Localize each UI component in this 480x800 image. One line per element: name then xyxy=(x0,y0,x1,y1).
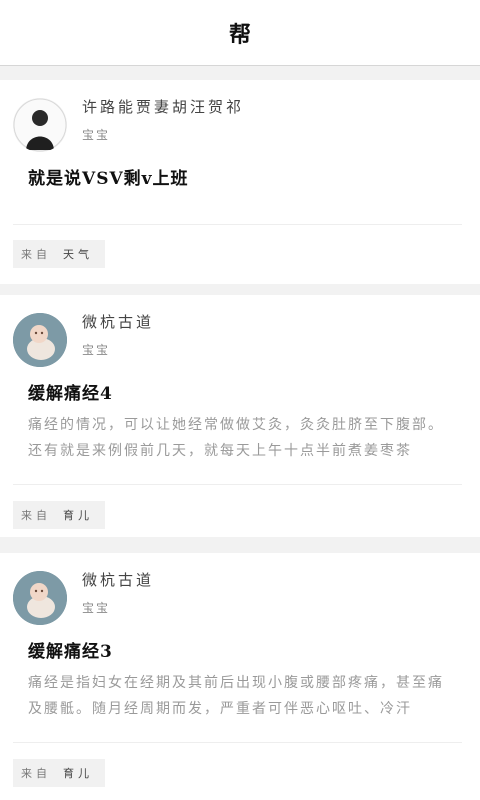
author-subtitle: 宝宝 xyxy=(82,128,111,142)
post-card[interactable]: 微杭古道 宝宝 缓解痛经3 痛经是指妇女在经期及其前后出现小腹或腰部疼痛，甚至痛… xyxy=(0,553,480,800)
source-name: 育儿 xyxy=(63,767,93,780)
source-name: 育儿 xyxy=(63,509,93,522)
author-subtitle: 宝宝 xyxy=(82,343,111,357)
author-name[interactable]: 微杭古道 xyxy=(82,569,154,590)
post-title[interactable]: 就是说VSV剩v上班 xyxy=(28,164,189,189)
post-body: 痛经的情况，可以让她经常做做艾灸，灸灸肚脐至下腹部。还有就是来例假前几天，就每天… xyxy=(28,417,444,459)
source-tag[interactable]: 来自 育儿 xyxy=(13,759,105,787)
post-card[interactable]: 微杭古道 宝宝 缓解痛经4 痛经的情况，可以让她经常做做艾灸，灸灸肚脐至下腹部。… xyxy=(0,295,480,537)
author-name[interactable]: 许路能贾妻胡汪贺祁 xyxy=(82,96,244,117)
user-silhouette-icon xyxy=(13,98,67,152)
divider xyxy=(13,224,462,225)
post-card[interactable]: 许路能贾妻胡汪贺祁 宝宝 就是说VSV剩v上班 来自 天气 xyxy=(0,80,480,284)
app-header: 帮 xyxy=(0,0,480,66)
divider xyxy=(13,484,462,485)
baby-photo-icon xyxy=(13,313,67,367)
source-prefix: 来自 xyxy=(21,509,51,522)
page-title: 帮 xyxy=(228,21,251,48)
author-subtitle: 宝宝 xyxy=(82,601,111,615)
post-title[interactable]: 缓解痛经4 xyxy=(28,379,113,404)
divider xyxy=(13,742,462,743)
source-name: 天气 xyxy=(63,248,93,261)
avatar[interactable] xyxy=(13,98,67,152)
source-tag[interactable]: 来自 天气 xyxy=(13,240,105,268)
source-prefix: 来自 xyxy=(21,767,51,780)
avatar[interactable] xyxy=(13,313,67,367)
source-prefix: 来自 xyxy=(21,248,51,261)
author-name[interactable]: 微杭古道 xyxy=(82,311,154,332)
source-tag[interactable]: 来自 育儿 xyxy=(13,501,105,529)
baby-photo-icon xyxy=(13,571,67,625)
avatar[interactable] xyxy=(13,571,67,625)
post-title[interactable]: 缓解痛经3 xyxy=(28,637,113,662)
post-body: 痛经是指妇女在经期及其前后出现小腹或腰部疼痛，甚至痛及腰骶。随月经周期而发，严重… xyxy=(28,675,444,717)
